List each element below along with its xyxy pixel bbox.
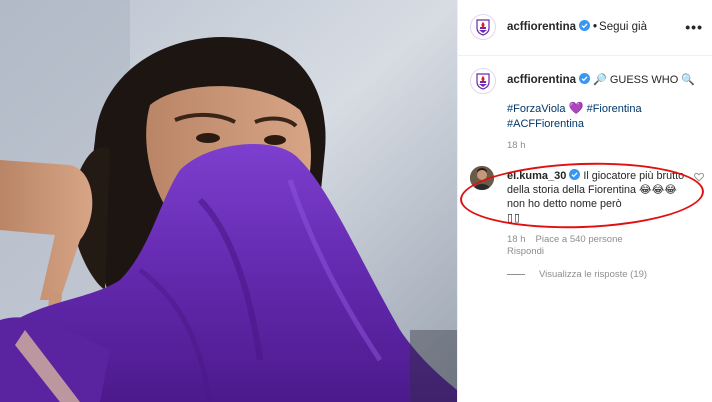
comment-like-count[interactable]: Piace a 540 persone xyxy=(536,234,623,245)
caption-timestamp[interactable]: 18 h xyxy=(507,140,526,151)
commenter-handle[interactable]: el.kuma_30 xyxy=(507,170,566,182)
view-replies-label: Visualizza le risposte (19) xyxy=(539,269,648,280)
comment-text: el.kuma_30 Il giocatore più brutto della… xyxy=(507,169,687,225)
verified-badge-icon xyxy=(579,73,591,84)
heart-like-icon[interactable] xyxy=(694,172,704,182)
post-photo[interactable] xyxy=(0,0,457,402)
follow-status-button[interactable]: Segui già xyxy=(599,21,647,33)
verified-badge-icon xyxy=(569,169,581,180)
separator-dot: • xyxy=(593,21,598,33)
post-author[interactable]: acfFiorentina • Segui già xyxy=(507,20,647,33)
post-side-panel: acfFiorentina • Segui già ••• acffiorentin… xyxy=(457,0,712,402)
commenter-avatar[interactable] xyxy=(470,166,494,190)
caption-body: 🔎 GUESS WHO 🔍 xyxy=(590,74,696,86)
caption-author[interactable]: acffiorentina xyxy=(507,74,576,86)
fiorentina-logo-avatar[interactable] xyxy=(470,14,496,40)
verified-badge-icon xyxy=(579,20,591,31)
view-replies-button[interactable]: Visualizza le risposte (19) xyxy=(507,269,647,280)
post-header: acfFiorentina • Segui già ••• xyxy=(458,0,712,56)
hashtag-fiorentina[interactable]: #Fiorentina xyxy=(587,103,642,115)
caption-text: acffiorentina 🔎 GUESS WHO 🔍 #ForzaViola … xyxy=(507,73,707,132)
account-name[interactable]: acfFiorentina xyxy=(507,21,576,33)
comment-meta: 18 h Piace a 540 persone xyxy=(507,234,633,245)
more-options-icon[interactable]: ••• xyxy=(685,19,703,35)
comment-timestamp[interactable]: 18 h xyxy=(507,234,526,245)
hashtag-forzaviola[interactable]: #ForzaViola xyxy=(507,103,566,115)
replies-divider xyxy=(507,273,525,275)
reply-button[interactable]: Rispondi xyxy=(507,246,544,257)
hashtag-acffiorentina[interactable]: #ACFFiorentina xyxy=(507,118,584,130)
comment-unrendered-glyphs: ▯▯ xyxy=(507,212,521,224)
purple-heart-icon: 💜 xyxy=(568,101,584,115)
caption-avatar[interactable] xyxy=(470,68,496,94)
